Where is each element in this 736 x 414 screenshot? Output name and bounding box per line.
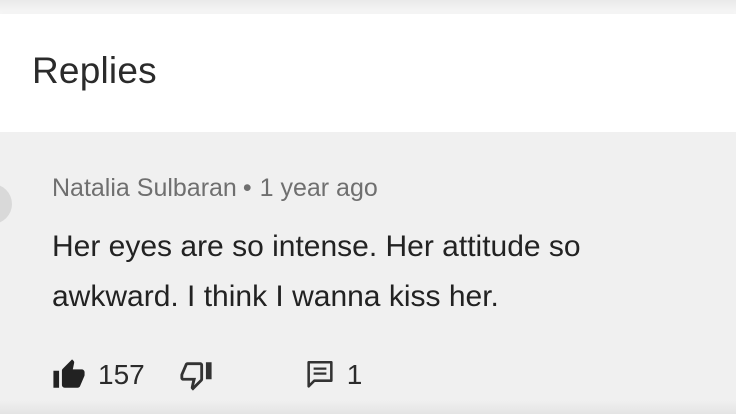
comment-body: Her eyes are so intense. Her attitude so… xyxy=(52,230,581,313)
replies-header: Replies xyxy=(0,14,736,132)
reply-count: 1 xyxy=(346,359,363,390)
comment-meta: Natalia Sulbaran • 1 year ago xyxy=(52,174,378,203)
avatar[interactable] xyxy=(0,184,12,224)
thumbs-up-icon[interactable] xyxy=(52,358,86,392)
comment-thread: Natalia Sulbaran • 1 year ago Her eyes are… xyxy=(0,132,736,414)
comment-timestamp: 1 year ago xyxy=(259,174,378,202)
thumbs-down-icon[interactable] xyxy=(179,358,213,392)
top-strip xyxy=(0,0,736,14)
comment-author[interactable]: Natalia Sulbaran xyxy=(52,174,237,202)
comment-icon[interactable] xyxy=(303,358,337,392)
meta-separator: • xyxy=(242,174,252,202)
bottom-divider xyxy=(0,400,736,414)
like-count: 157 xyxy=(98,359,145,390)
comment-actions: 157 1 xyxy=(52,358,362,392)
page-title: Replies xyxy=(32,50,157,91)
